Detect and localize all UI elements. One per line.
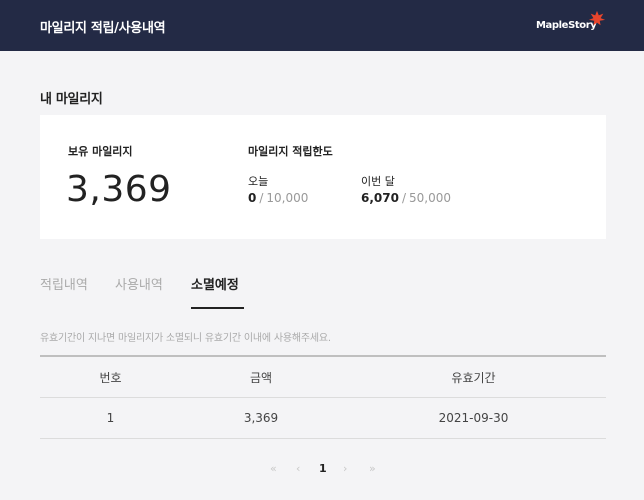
today-limit: 0/10,000 [248, 191, 308, 205]
next-page-button[interactable]: › [343, 462, 347, 475]
limit-separator: / [401, 191, 407, 205]
page-1-button[interactable]: 1 [319, 462, 327, 475]
column-header-expiry: 유효기간 [451, 370, 496, 385]
holding-mileage-value: 3,369 [66, 169, 172, 210]
month-limit: 6,070/50,000 [361, 191, 451, 205]
today-label: 오늘 [248, 175, 269, 188]
maple-leaf-icon [588, 10, 606, 26]
page-title: 마일리지 적립/사용내역 [40, 21, 166, 36]
last-page-button[interactable]: » [369, 462, 376, 475]
holding-mileage-label: 보유 마일리지 [68, 145, 133, 158]
month-used-value: 6,070 [361, 191, 399, 205]
first-page-button[interactable]: « [270, 462, 277, 475]
today-used-value: 0 [248, 191, 257, 205]
row-amount: 3,369 [243, 411, 279, 425]
pagination: « ‹ 1 › » [0, 462, 644, 482]
tab-expiring[interactable]: 소멸예정 [191, 274, 239, 293]
today-max-value: 10,000 [266, 191, 309, 205]
column-header-number: 번호 [99, 370, 122, 385]
month-label: 이번 달 [361, 175, 395, 188]
column-header-amount: 금액 [249, 370, 273, 385]
prev-page-button[interactable]: ‹ [296, 462, 300, 475]
mileage-limit-label: 마일리지 적립한도 [248, 145, 333, 158]
table-row: 1 3,369 2021-09-30 [40, 398, 606, 439]
expiring-mileage-table: 번호 금액 유효기간 1 3,369 2021-09-30 [40, 355, 606, 439]
page-header: 마일리지 적립/사용내역 MapleStory [0, 0, 644, 51]
active-tab-indicator [191, 307, 244, 309]
mileage-summary-card: 보유 마일리지 3,369 마일리지 적립한도 오늘 0/10,000 이번 달… [40, 115, 606, 239]
table-header-row: 번호 금액 유효기간 [40, 357, 606, 398]
row-expiry-date: 2021-09-30 [438, 411, 509, 425]
month-max-value: 50,000 [409, 191, 452, 205]
my-mileage-title: 내 마일리지 [40, 92, 103, 107]
limit-separator: / [259, 191, 264, 205]
row-number: 1 [106, 411, 115, 425]
tab-used[interactable]: 사용내역 [115, 274, 163, 293]
expiry-notice: 유효기간이 지나면 마일리지가 소멸되니 유효기간 이내에 사용해주세요. [40, 333, 331, 344]
tab-earned[interactable]: 적립내역 [40, 274, 88, 293]
